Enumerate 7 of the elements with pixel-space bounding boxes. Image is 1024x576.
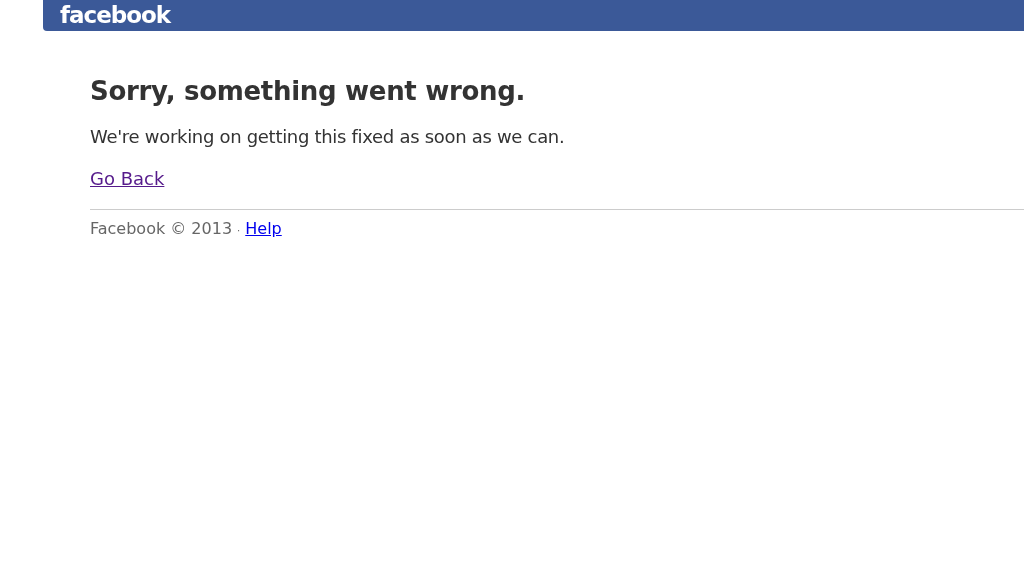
separator-dot: · xyxy=(237,225,241,236)
logo[interactable]: facebook xyxy=(60,1,171,29)
error-message: We're working on getting this fixed as soon as we can. xyxy=(90,126,566,147)
go-back-link[interactable]: Go Back xyxy=(90,168,165,189)
copyright-text: Facebook © 2013 xyxy=(90,219,233,238)
help-link[interactable]: Help xyxy=(245,219,282,238)
error-title: Sorry, something went wrong. xyxy=(90,76,527,106)
